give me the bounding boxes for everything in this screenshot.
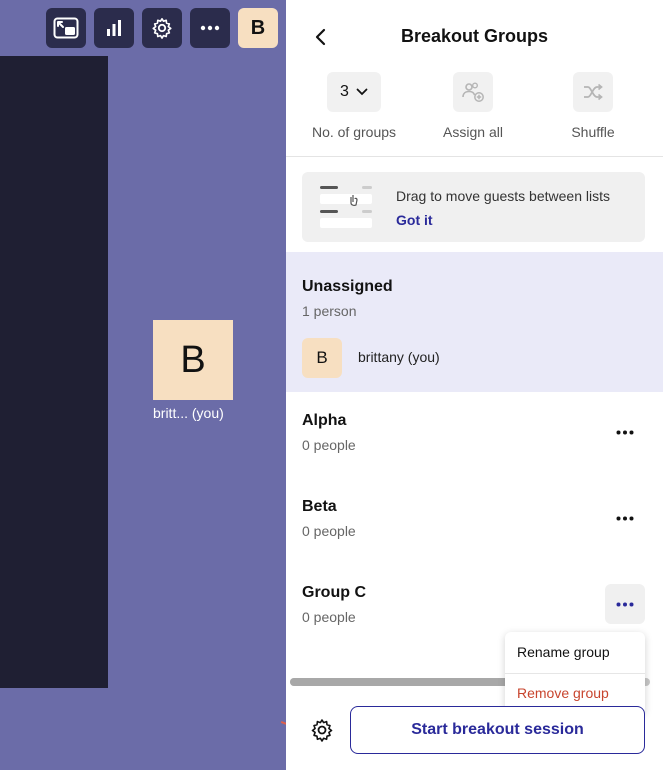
picture-in-picture-icon bbox=[53, 17, 79, 39]
unassigned-list: Unassigned 1 person B brittany (you) bbox=[286, 252, 663, 392]
number-of-groups-control: 3 No. of groups bbox=[294, 72, 414, 140]
more-icon bbox=[616, 602, 634, 606]
group-row-alpha: Alpha 0 people bbox=[286, 400, 663, 486]
more-icon bbox=[616, 430, 634, 434]
video-area bbox=[0, 56, 108, 688]
call-stage: B B britt... (you) bbox=[0, 0, 288, 770]
group-count: 0 people bbox=[302, 437, 356, 453]
assign-all-button[interactable] bbox=[453, 72, 493, 112]
panel-title: Breakout Groups bbox=[400, 26, 549, 46]
groups-count-select[interactable]: 3 bbox=[327, 72, 381, 112]
group-options-button[interactable] bbox=[605, 498, 645, 538]
group-options-button[interactable] bbox=[605, 412, 645, 452]
settings-icon[interactable] bbox=[310, 718, 334, 742]
menu-divider bbox=[505, 673, 645, 674]
assign-people-icon bbox=[462, 82, 484, 102]
more-icon bbox=[200, 25, 220, 31]
drag-tip-banner: Drag to move guests between lists Got it bbox=[302, 172, 645, 242]
more-icon bbox=[616, 516, 634, 520]
group-count: 0 people bbox=[302, 523, 356, 539]
group-row-beta: Beta 0 people bbox=[286, 486, 663, 572]
group-name: Beta bbox=[302, 498, 337, 515]
stats-button[interactable] bbox=[94, 8, 134, 48]
settings-icon bbox=[152, 18, 172, 39]
participant-tile: B bbox=[153, 320, 233, 400]
shuffle-label: Shuffle bbox=[571, 124, 615, 140]
more-options-button[interactable] bbox=[190, 8, 230, 48]
participant-tile-name: britt... (you) bbox=[153, 405, 224, 421]
scrollbar-thumb[interactable] bbox=[290, 678, 510, 686]
stats-icon bbox=[107, 20, 121, 36]
remove-group-menu-item[interactable]: Remove group bbox=[517, 685, 609, 701]
unassigned-title: Unassigned bbox=[302, 278, 393, 295]
group-count: 0 people bbox=[302, 609, 356, 625]
rename-group-menu-item[interactable]: Rename group bbox=[517, 644, 610, 660]
groups-count-value: 3 bbox=[340, 83, 349, 100]
unassigned-count: 1 person bbox=[302, 303, 357, 319]
assign-all-label: Assign all bbox=[443, 124, 503, 140]
shuffle-control: Shuffle bbox=[533, 72, 653, 140]
call-toolbar: B bbox=[46, 8, 278, 48]
avatar[interactable]: B bbox=[302, 338, 342, 378]
group-name: Alpha bbox=[302, 412, 347, 429]
panel-header: Breakout Groups bbox=[286, 0, 663, 72]
settings-button[interactable] bbox=[142, 8, 182, 48]
group-name: Group C bbox=[302, 584, 366, 601]
shuffle-icon bbox=[584, 83, 603, 101]
divider bbox=[286, 156, 663, 157]
user-avatar-button[interactable]: B bbox=[238, 8, 278, 48]
groups-count-label: No. of groups bbox=[311, 124, 397, 140]
group-controls: 3 No. of groups Assign all Shuffle bbox=[286, 72, 663, 156]
assign-all-control: Assign all bbox=[413, 72, 533, 140]
shuffle-button[interactable] bbox=[573, 72, 613, 112]
breakout-groups-panel: Breakout Groups 3 No. of groups Assign a… bbox=[286, 0, 663, 770]
person-name[interactable]: brittany (you) bbox=[358, 349, 440, 365]
group-options-button[interactable] bbox=[605, 584, 645, 624]
drag-lists-illustration-icon bbox=[320, 186, 372, 228]
drag-tip-text: Drag to move guests between lists bbox=[396, 188, 610, 204]
picture-in-picture-button[interactable] bbox=[46, 8, 86, 48]
got-it-link[interactable]: Got it bbox=[396, 212, 433, 228]
chevron-down-icon bbox=[356, 88, 368, 96]
group-options-menu: Rename group Remove group bbox=[505, 632, 645, 714]
start-breakout-session-button[interactable]: Start breakout session bbox=[350, 706, 645, 754]
